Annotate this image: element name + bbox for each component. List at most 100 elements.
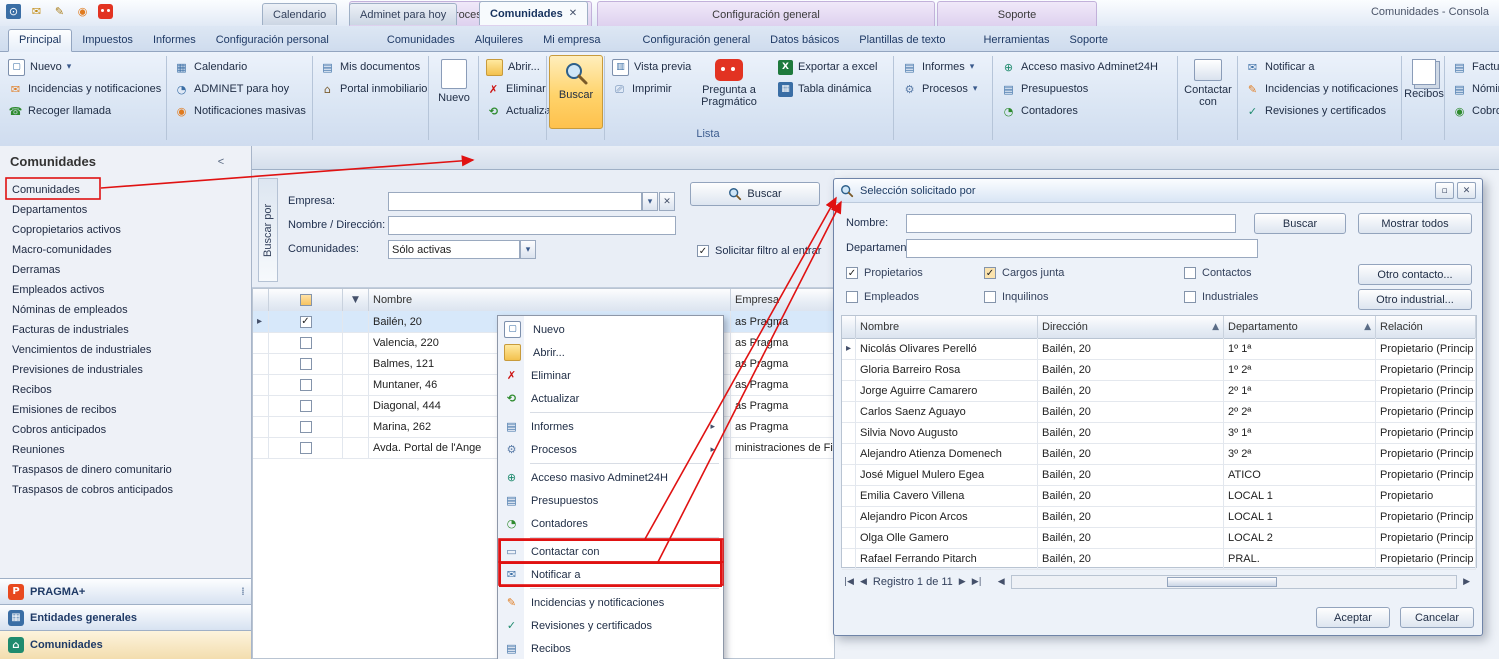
row-checkbox[interactable] [300,358,312,370]
empresa-combo[interactable] [388,192,642,211]
comunidades-combo-dropdown[interactable]: ▾ [520,240,536,259]
sidebar-item-cobros-anticipados[interactable]: Cobros anticipados [12,420,106,440]
tab-close-icon[interactable]: ✕ [569,8,577,19]
column-header-relacion[interactable]: Relación [1376,316,1476,338]
sidebar-item-copropietarios[interactable]: Copropietarios activos [12,220,121,240]
sidebar-group-pragma[interactable]: P PRAGMA+ ⁞ [0,578,251,604]
column-header-departamento[interactable]: Departamento▲ [1224,316,1376,338]
tab-alquileres[interactable]: Alquileres [465,30,533,51]
ribbon-mis-documentos-button[interactable]: ▤ Mis documentos [316,56,424,78]
ribbon-vista-previa-button[interactable]: ▥ Vista previa [608,56,695,78]
ribbon-incidencias-notificaciones-button[interactable]: ✎ Incidencias y notificaciones [1241,78,1402,100]
grid-row[interactable]: Olga Olle GameroBailén, 20 LOCAL 2Propie… [842,527,1476,549]
menu-item-actualizar[interactable]: ⟲Actualizar [500,387,721,410]
dialog-restore-icon[interactable]: ▫ [1435,182,1454,199]
menu-item-presupuestos[interactable]: ▤Presupuestos [500,489,721,512]
tab-configuracion-personal[interactable]: Configuración personal [206,30,339,51]
sidebar-item-facturas-industriales[interactable]: Facturas de industriales [12,320,129,340]
menu-item-nuevo[interactable]: ▢Nuevo [500,318,721,341]
sidebar-item-previsiones[interactable]: Previsiones de industriales [12,360,143,380]
ribbon-incidencias-button[interactable]: ✉ Incidencias y notificaciones [4,78,165,100]
cancelar-button[interactable]: Cancelar [1400,607,1474,628]
ribbon-buscar-big-button[interactable]: Buscar [549,55,603,129]
scroll-left-icon[interactable]: ◀ [998,577,1005,587]
nombre-direccion-input[interactable] [388,216,676,235]
menu-item-contadores[interactable]: ◔Contadores [500,512,721,535]
tab-herramientas[interactable]: Herramientas [973,30,1059,51]
sidebar-group-entidades[interactable]: ▦ Entidades generales [0,604,251,630]
column-header-direccion[interactable]: Dirección▲ [1038,316,1224,338]
grid-row[interactable]: José Miguel Mulero EgeaBailén, 20 ATICOP… [842,464,1476,486]
tab-informes[interactable]: Informes [143,30,206,51]
menu-item-informes[interactable]: ▤Informes▸ [500,415,721,438]
menu-item-incidencias[interactable]: ✎Incidencias y notificaciones [500,591,721,614]
empresa-combo-dropdown[interactable]: ▾ [642,192,658,211]
tab-principal[interactable]: Principal [8,29,72,52]
doctab-adminet-para-hoy[interactable]: Adminet para hoy [349,3,457,25]
ribbon-notificar-button[interactable]: ✉ Notificar a [1241,56,1319,78]
column-header-empresa[interactable]: Empresa [731,289,834,311]
ribbon-nuevo-button[interactable]: ▢ Nuevo▾ [4,56,75,78]
tab-datos-basicos[interactable]: Datos básicos [760,30,849,51]
grid-row[interactable]: Alejandro Atienza DomenechBailén, 20 3º … [842,443,1476,465]
ribbon-adminet-hoy-button[interactable]: ◔ ADMINET para hoy [170,78,293,100]
ribbon-abrir-button[interactable]: Abrir... [482,56,544,78]
tab-soporte[interactable]: Soporte [1060,30,1119,51]
nav-prev-icon[interactable]: ◀ [860,577,867,587]
menu-item-acceso-masivo[interactable]: ⊕Acceso masivo Adminet24H [500,466,721,489]
sidebar-item-nominas[interactable]: Nóminas de empleados [12,300,128,320]
sidebar-item-macro-comunidades[interactable]: Macro-comunidades [12,240,112,260]
sidebar-group-comunidades[interactable]: ⌂ Comunidades [0,630,251,659]
doctab-calendario[interactable]: Calendario [262,3,337,25]
doctab-comunidades[interactable]: Comunidades ✕ [479,1,588,25]
check-industriales[interactable]: Industriales [1184,291,1258,303]
grid-row[interactable]: Alejandro Picon ArcosBailén, 20 LOCAL 1P… [842,506,1476,528]
grid-row[interactable]: Rafael Ferrando PitarchBailén, 20 PRAL.P… [842,548,1476,570]
ribbon-portal-inmobiliario-button[interactable]: ⌂ Portal inmobiliario [316,78,431,100]
otro-industrial-button[interactable]: Otro industrial... [1358,289,1472,310]
tab-comunidades[interactable]: Comunidades [377,30,465,51]
ribbon-tabla-dinamica-button[interactable]: ▦ Tabla dinámica [774,78,875,100]
ribbon-procesos-dropdown[interactable]: ⚙ Procesos▾ [898,78,981,100]
rss-icon[interactable]: ◉ [75,4,90,19]
grid-row[interactable]: Jorge Aguirre CamareroBailén, 20 2º 1ªPr… [842,380,1476,402]
buscar-button[interactable]: Buscar [690,182,820,206]
dialog-mostrar-todos-button[interactable]: Mostrar todos [1358,213,1472,234]
ribbon-nominas-button[interactable]: ▤ Nómin [1448,78,1499,100]
ribbon-eliminar-button[interactable]: ✗ Eliminar [482,78,550,100]
comunidades-combo[interactable]: Sólo activas [388,240,520,259]
menu-item-procesos[interactable]: ⚙Procesos▸ [500,438,721,461]
sidebar-item-recibos[interactable]: Recibos [12,380,52,400]
menu-item-abrir[interactable]: Abrir... [500,341,721,364]
ribbon-presupuestos-button[interactable]: ▤ Presupuestos [997,78,1092,100]
grid-row[interactable]: Carlos Saenz AguayoBailén, 20 2º 2ªPropi… [842,401,1476,423]
row-checkbox[interactable] [300,442,312,454]
sidebar-item-traspasos-cobros[interactable]: Traspasos de cobros anticipados [12,480,173,500]
ribbon-recoger-llamada-button[interactable]: ☎ Recoger llamada [4,100,115,122]
scroll-right-icon[interactable]: ▶ [1463,577,1470,587]
menu-item-eliminar[interactable]: ✗Eliminar [500,364,721,387]
scrollbar-thumb[interactable] [1167,577,1277,587]
ribbon-facturas-button[interactable]: ▤ Factu [1448,56,1499,78]
aceptar-button[interactable]: Aceptar [1316,607,1390,628]
menu-item-revisiones[interactable]: ✓Revisiones y certificados [500,614,721,637]
dialog-nombre-input[interactable] [906,214,1236,233]
dialog-buscar-button[interactable]: Buscar [1254,213,1346,234]
empresa-clear-button[interactable]: ✕ [659,192,675,211]
dialog-title-bar[interactable]: Selección solicitado por ▫ ✕ [834,179,1482,203]
sidebar-item-vencimientos[interactable]: Vencimientos de industriales [12,340,151,360]
row-checkbox[interactable] [300,379,312,391]
row-checkbox[interactable] [300,421,312,433]
ribbon-cobros-button[interactable]: ◉ Cobro [1448,100,1499,122]
sidebar-item-derramas[interactable]: Derramas [12,260,60,280]
pragmatic-icon[interactable] [98,4,113,19]
solicitar-filtro-checkbox[interactable]: Solicitar filtro al entrar [697,245,821,257]
sidebar-collapse-button[interactable]: < [213,154,229,170]
grid-row[interactable]: Silvia Novo AugustoBailén, 20 3º 1ªPropi… [842,422,1476,444]
row-checkbox[interactable] [300,337,312,349]
horizontal-scrollbar[interactable] [1011,575,1457,589]
check-contactos[interactable]: Contactos [1184,267,1252,279]
ribbon-recibos-big-button[interactable]: Recibos [1404,55,1444,129]
ribbon-nuevo-big-button[interactable]: Nuevo [431,55,477,129]
notes-icon[interactable]: ✎ [52,4,67,19]
